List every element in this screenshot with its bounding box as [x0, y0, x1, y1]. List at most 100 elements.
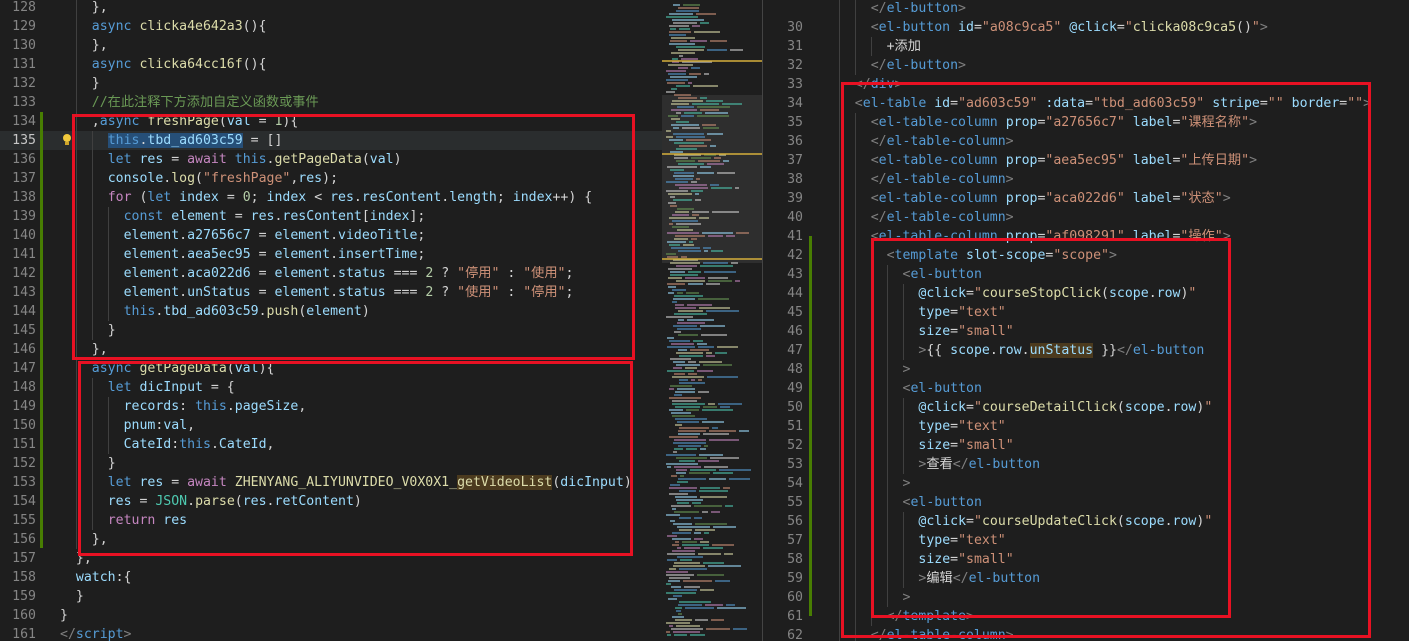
minimap-line [672, 400, 697, 402]
code-line[interactable]: 133 //在此注释下方添加自定义函数或事件 [0, 93, 662, 112]
code-token: = [1116, 20, 1125, 35]
minimap-line [674, 466, 701, 468]
line-number: 152 [12, 456, 36, 471]
line-number: 137 [12, 171, 36, 186]
minimap-line [704, 532, 709, 534]
minimap-line [680, 559, 692, 561]
minimap-line [703, 127, 719, 129]
code-token: < [870, 20, 879, 35]
code-line[interactable]: 131 async clicka64cc16f(){ [0, 55, 662, 74]
minimap-line [670, 271, 685, 273]
right-editor-pane[interactable]: </el-button> 30 <el-button id="a08c9ca5" @… [763, 0, 1409, 641]
minimap-line [666, 70, 686, 72]
line-number: 146 [12, 342, 36, 357]
line-number: 34 [787, 96, 803, 111]
minimap-line [694, 505, 722, 507]
line-number: 40 [787, 210, 803, 225]
minimap-line [724, 553, 733, 555]
minimap-line [668, 202, 676, 204]
code-line[interactable]: 160} [0, 606, 662, 625]
code-line[interactable]: </el-button> [763, 0, 1409, 18]
code-line[interactable]: 30 <el-button id="a08c9ca5" @click="click… [763, 18, 1409, 37]
minimap-line [678, 613, 682, 615]
minimap-line [726, 235, 735, 237]
indent-guide [854, 0, 856, 18]
minimap-line [711, 250, 723, 252]
minimap-line [671, 109, 697, 111]
minimap-line [691, 157, 711, 159]
minimap-line [700, 448, 706, 450]
minimap-line [669, 487, 697, 489]
minimap-line [678, 97, 697, 99]
minimap-line [671, 505, 691, 507]
minimap-line [679, 490, 696, 492]
code-line[interactable]: 158 watch:{ [0, 568, 662, 587]
left-editor-pane[interactable]: 128}, 129 async clicka4e642a3(){130}, 131 as… [0, 0, 662, 641]
minimap-line [676, 85, 690, 87]
minimap-line [697, 106, 730, 108]
code-text: </el-button> [871, 0, 966, 18]
minimap-line [710, 40, 727, 42]
minimap-line [667, 337, 674, 339]
code-line[interactable]: 132} [0, 74, 662, 93]
indent-guide [838, 569, 840, 588]
code-line[interactable]: 129 async clicka4e642a3(){ [0, 17, 662, 36]
minimap-line [667, 370, 694, 372]
minimap-line [676, 265, 697, 267]
minimap-line [700, 109, 719, 111]
indent-guide [75, 378, 77, 397]
code-token: > [958, 58, 966, 73]
minimap-line [672, 616, 684, 618]
code-line[interactable]: 31 +添加 [763, 37, 1409, 56]
minimap-line [670, 196, 675, 198]
minimap-line [671, 118, 680, 120]
minimap-line [674, 511, 699, 513]
minimap-line [710, 145, 716, 147]
indent-guide [838, 341, 840, 360]
code-text: }, [92, 0, 108, 17]
indent-guide [838, 246, 840, 265]
annotation-box-template [871, 238, 1231, 618]
minimap-marker [662, 153, 762, 155]
minimap-line [684, 112, 702, 114]
minimap-line [673, 325, 697, 327]
code-token: el-button [878, 20, 959, 35]
line-number: 159 [12, 589, 36, 604]
minimap-line [675, 178, 693, 180]
minimap-line [703, 547, 723, 549]
minimap-line [722, 103, 742, 105]
line-number: 158 [12, 570, 36, 585]
lightbulb-icon[interactable] [62, 133, 72, 145]
minimap-line [686, 139, 711, 141]
minimap-line [695, 523, 727, 525]
left-minimap[interactable] [662, 0, 762, 641]
code-line[interactable]: 32 </el-button> [763, 56, 1409, 75]
code-line[interactable]: 161 </script> [0, 625, 662, 641]
minimap-line [695, 619, 708, 621]
minimap-line [677, 328, 701, 330]
line-number: 61 [787, 609, 803, 624]
code-line[interactable]: 159} [0, 587, 662, 606]
minimap-line [676, 469, 687, 471]
indent-guide [838, 436, 840, 455]
minimap-line [700, 487, 720, 489]
minimap-line [668, 292, 674, 294]
line-number: 160 [12, 608, 36, 623]
code-token: }, [91, 38, 108, 53]
code-text: async clicka64cc16f(){ [92, 55, 267, 74]
minimap-line [697, 370, 713, 372]
line-number: 43 [787, 267, 803, 282]
line-number: 57 [787, 533, 803, 548]
indent-guide [838, 550, 840, 569]
line-number: 157 [12, 551, 36, 566]
code-token: > [123, 627, 132, 641]
minimap-line [698, 346, 714, 348]
code-token: @click [1069, 20, 1117, 35]
minimap-line [685, 367, 697, 369]
code-line[interactable]: 130}, [0, 36, 662, 55]
minimap-line [685, 607, 714, 609]
indent-guide [838, 0, 840, 18]
minimap-line [675, 607, 682, 609]
code-token: +添加 [886, 39, 921, 54]
code-line[interactable]: 128}, [0, 0, 662, 17]
